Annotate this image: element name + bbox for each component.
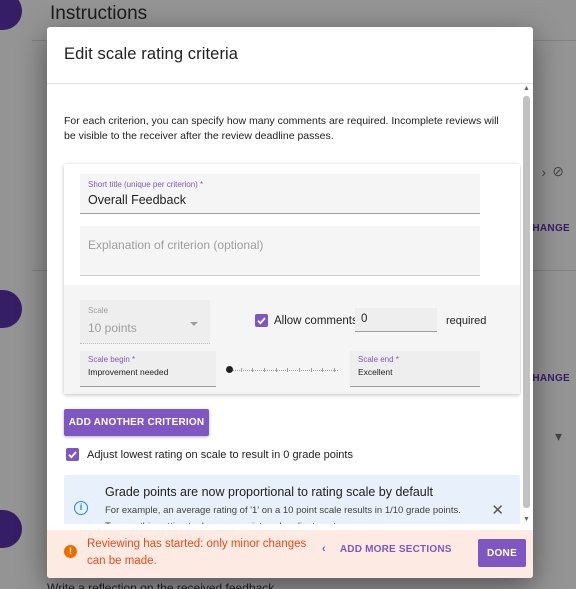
- scale-section: Scale 10 points Allow comments, 0 requir…: [64, 285, 520, 394]
- scale-slider[interactable]: [226, 365, 338, 375]
- explanation-placeholder: Explanation of criterion (optional): [88, 238, 264, 252]
- scroll-up-icon[interactable]: ▲: [522, 84, 531, 93]
- add-more-sections-label: ADD MORE SECTIONS: [339, 544, 452, 555]
- allow-comments-checkbox[interactable]: [255, 314, 268, 327]
- scale-value: 10 points: [88, 321, 137, 335]
- scale-begin-label: Scale begin *: [88, 355, 136, 364]
- scale-select[interactable]: Scale 10 points: [80, 300, 210, 344]
- short-title-value: Overall Feedback: [88, 193, 186, 207]
- dialog-title: Edit scale rating criteria: [64, 45, 239, 63]
- slider-tick: [264, 368, 265, 372]
- adjust-lowest-rating-checkbox[interactable]: [66, 448, 79, 461]
- allow-comments-label: Allow comments,: [274, 315, 361, 327]
- info-title: Grade points are now proportional to rat…: [105, 485, 433, 499]
- adjust-lowest-rating-label: Adjust lowest rating on scale to result …: [87, 449, 353, 461]
- scrollbar-thumb[interactable]: [523, 96, 530, 508]
- scale-end-value: Excellent: [358, 367, 393, 377]
- criterion-card: Short title (unique per criterion) * Ove…: [64, 164, 520, 394]
- dialog-intro-text: For each criterion, you can specify how …: [64, 115, 499, 142]
- slider-tick: [299, 368, 300, 372]
- check-icon: [257, 317, 266, 325]
- required-comments-value: 0: [361, 313, 368, 325]
- check-icon: [68, 451, 77, 459]
- slider-handle[interactable]: [226, 366, 233, 373]
- slider-tick: [311, 368, 312, 372]
- add-more-sections-button[interactable]: ‹ ADD MORE SECTIONS: [322, 543, 452, 555]
- required-label: required: [446, 315, 487, 327]
- slider-tick: [241, 368, 242, 372]
- edit-criteria-dialog: Edit scale rating criteria For each crit…: [47, 27, 533, 578]
- required-comments-input[interactable]: 0: [355, 308, 437, 332]
- short-title-label: Short title (unique per criterion) *: [88, 180, 204, 189]
- warning-message: Reviewing has started: only minor change…: [87, 538, 307, 567]
- warning-icon: !: [64, 545, 77, 558]
- info-text: For example, an average rating of '1' on…: [105, 505, 461, 524]
- scroll-down-icon[interactable]: ▼: [522, 515, 531, 524]
- slider-tick: [276, 368, 277, 372]
- dialog-scrollbar[interactable]: ▲ ▼: [522, 84, 531, 524]
- scale-begin-field[interactable]: Scale begin * Improvement needed: [80, 351, 216, 387]
- dialog-body: For each criterion, you can specify how …: [47, 84, 521, 524]
- slider-tick: [252, 368, 253, 372]
- scale-label: Scale: [88, 306, 109, 315]
- add-criterion-button[interactable]: ADD ANOTHER CRITERION: [64, 409, 209, 436]
- slider-tick: [334, 368, 335, 372]
- dialog-footer: ! Reviewing has started: only minor chan…: [47, 530, 533, 578]
- scale-end-label: Scale end *: [358, 355, 399, 364]
- info-icon: i: [74, 501, 88, 515]
- chevron-left-icon: ‹: [322, 543, 326, 555]
- done-button[interactable]: DONE: [478, 539, 526, 567]
- scale-begin-value: Improvement needed: [88, 367, 169, 377]
- short-title-field[interactable]: Short title (unique per criterion) * Ove…: [80, 174, 480, 214]
- chevron-down-icon: [190, 322, 198, 326]
- explanation-field[interactable]: Explanation of criterion (optional): [80, 226, 480, 276]
- close-icon[interactable]: ✕: [491, 501, 504, 519]
- slider-tick: [322, 368, 323, 372]
- info-banner: i Grade points are now proportional to r…: [64, 475, 520, 524]
- scale-end-field[interactable]: Scale end * Excellent: [350, 351, 480, 387]
- slider-tick: [287, 368, 288, 372]
